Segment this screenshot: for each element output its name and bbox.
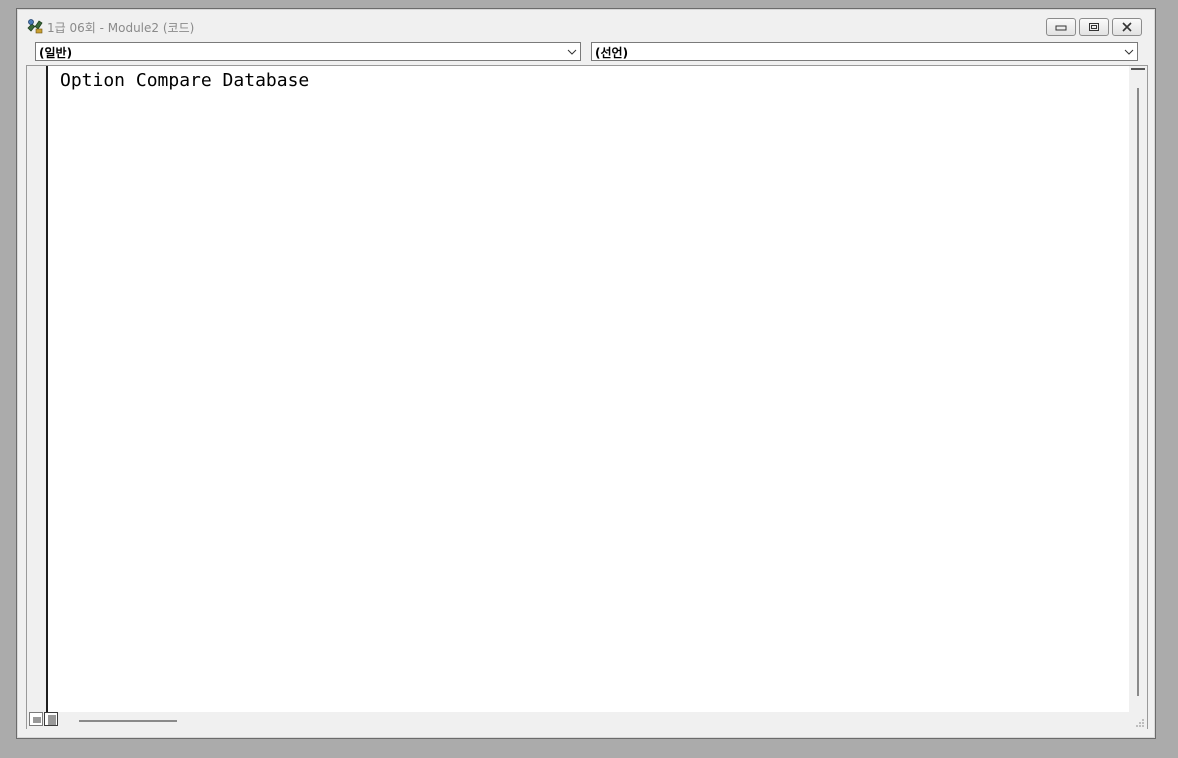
procedure-combo-value: (선언) [595,46,629,60]
close-icon [1122,22,1132,32]
bottom-bar [27,712,1147,729]
minimize-button[interactable] [1046,18,1076,36]
restore-icon [1089,23,1099,31]
procedure-view-button[interactable] [29,712,43,726]
code-line[interactable]: Option Compare Database [60,70,309,91]
code-window: 1급 06회 - Module2 (코드) (일반) (선언) Option C… [16,8,1156,739]
close-button[interactable] [1112,18,1142,36]
chevron-down-icon [1124,49,1134,55]
minimize-icon [1055,25,1067,31]
vba-module-icon [26,18,44,34]
vertical-scroll-thumb[interactable] [1137,88,1139,696]
code-editor: Option Compare Database [26,65,1148,729]
resize-grip-icon[interactable] [1135,718,1145,728]
full-module-view-icon [48,715,56,725]
object-combo-value: (일반) [39,46,73,60]
window-title: 1급 06회 - Module2 (코드) [47,21,195,35]
object-combo[interactable]: (일반) [35,42,581,61]
procedure-combo[interactable]: (선언) [591,42,1138,61]
procedure-view-icon [33,717,41,723]
chevron-down-icon [567,49,577,55]
restore-button[interactable] [1079,18,1109,36]
code-pane[interactable]: Option Compare Database [50,66,1129,712]
title-bar[interactable]: 1급 06회 - Module2 (코드) [17,9,1155,41]
vertical-scrollbar[interactable] [1129,66,1147,712]
horizontal-scroll-thumb[interactable] [79,720,177,722]
margin-indicator-bar[interactable] [27,66,48,712]
split-bar[interactable] [1131,68,1145,72]
full-module-view-button[interactable] [44,712,58,726]
